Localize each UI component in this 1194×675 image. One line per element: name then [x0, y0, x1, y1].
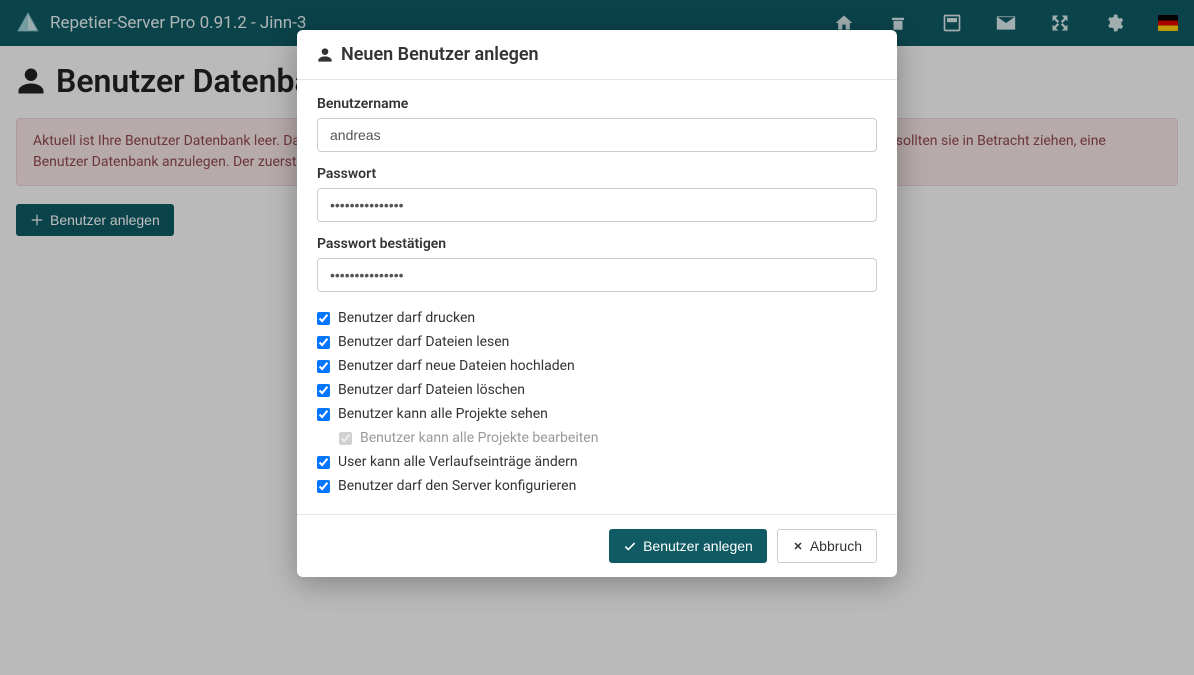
perm-seeprojects-checkbox[interactable] [317, 408, 330, 421]
perm-delete-label: Benutzer darf Dateien löschen [338, 382, 525, 398]
password-confirm-input[interactable] [317, 258, 877, 292]
password-label: Passwort [317, 166, 877, 182]
perm-editprojects-checkbox [339, 432, 352, 445]
modal-footer: Benutzer anlegen Abbruch [297, 514, 897, 577]
perm-print-row[interactable]: Benutzer darf drucken [317, 306, 877, 330]
perm-edithistory-label: User kann alle Verlaufseinträge ändern [338, 454, 578, 470]
perm-readfiles-checkbox[interactable] [317, 336, 330, 349]
perm-print-checkbox[interactable] [317, 312, 330, 325]
perm-edithistory-checkbox[interactable] [317, 456, 330, 469]
perm-upload-row[interactable]: Benutzer darf neue Dateien hochladen [317, 354, 877, 378]
modal-header: Neuen Benutzer anlegen [297, 30, 897, 80]
perm-editprojects-row: Benutzer kann alle Projekte bearbeiten [339, 426, 877, 450]
password-confirm-label: Passwort bestätigen [317, 236, 877, 252]
user-icon [317, 47, 333, 63]
perm-delete-checkbox[interactable] [317, 384, 330, 397]
perm-configure-checkbox[interactable] [317, 480, 330, 493]
perm-readfiles-row[interactable]: Benutzer darf Dateien lesen [317, 330, 877, 354]
perm-configure-label: Benutzer darf den Server konfigurieren [338, 478, 576, 494]
username-input[interactable] [317, 118, 877, 152]
perm-seeprojects-row[interactable]: Benutzer kann alle Projekte sehen [317, 402, 877, 426]
perm-seeprojects-label: Benutzer kann alle Projekte sehen [338, 406, 548, 422]
check-icon [623, 539, 637, 553]
password-input[interactable] [317, 188, 877, 222]
submit-button[interactable]: Benutzer anlegen [609, 529, 767, 563]
perm-readfiles-label: Benutzer darf Dateien lesen [338, 334, 509, 350]
perm-upload-checkbox[interactable] [317, 360, 330, 373]
perm-editprojects-label: Benutzer kann alle Projekte bearbeiten [360, 430, 598, 446]
cancel-button[interactable]: Abbruch [777, 529, 877, 563]
username-label: Benutzername [317, 96, 877, 112]
perm-configure-row[interactable]: Benutzer darf den Server konfigurieren [317, 474, 877, 498]
perm-print-label: Benutzer darf drucken [338, 310, 475, 326]
modal-body: Benutzername Passwort Passwort bestätige… [297, 80, 897, 514]
perm-upload-label: Benutzer darf neue Dateien hochladen [338, 358, 575, 374]
close-icon [792, 540, 804, 552]
perm-delete-row[interactable]: Benutzer darf Dateien löschen [317, 378, 877, 402]
perm-edithistory-row[interactable]: User kann alle Verlaufseinträge ändern [317, 450, 877, 474]
modal-backdrop[interactable]: Neuen Benutzer anlegen Benutzername Pass… [0, 0, 1194, 675]
add-user-modal: Neuen Benutzer anlegen Benutzername Pass… [297, 30, 897, 577]
